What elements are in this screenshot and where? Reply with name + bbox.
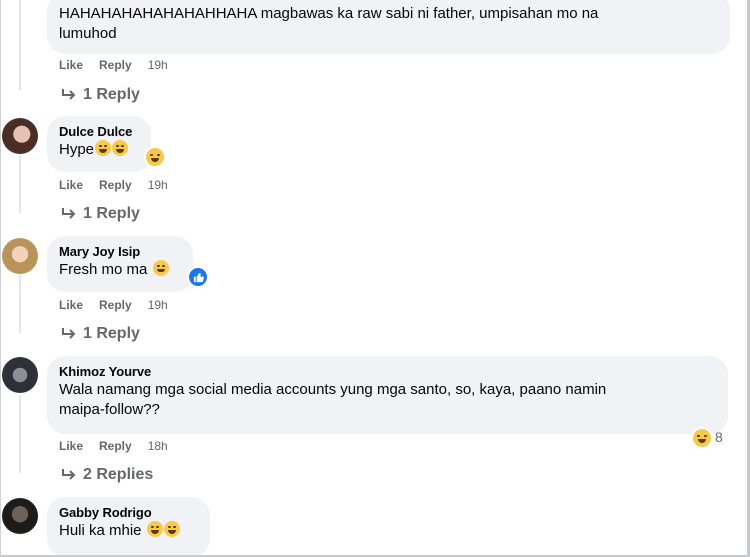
frame-border-left [0,0,1,557]
comment-author[interactable]: Dulce Dulce [59,124,139,140]
comment-text-content: Huli ka mhie [59,522,142,539]
replies-count: 1 Reply [83,325,140,342]
reply-arrow-icon [62,208,76,219]
reply-arrow-icon [62,469,76,480]
comment-actions: Like Reply 19h [59,177,168,193]
like-button[interactable]: Like [59,177,83,193]
comment-bubble: HAHAHAHAHAHAHAHHAHA magbawas ka raw sabi… [47,0,730,54]
reply-button[interactable]: Reply [99,297,132,313]
replies-count: 1 Reply [83,86,140,103]
view-replies-link[interactable]: 2 Replies [61,465,153,485]
comment-bubble: Dulce Dulce Hype [47,116,151,172]
replies-count: 1 Reply [83,205,140,222]
comment-text: Hype [59,140,139,160]
laughing-emoji-icon [95,140,112,156]
comment-author[interactable]: Khimoz Yourve [59,364,716,380]
avatar[interactable] [2,238,38,274]
avatar[interactable] [2,357,38,393]
like-button[interactable]: Like [59,297,83,313]
view-replies-link[interactable]: 1 Reply [61,324,140,344]
comment-actions: Like Reply 18h [59,438,168,454]
replies-count: 2 Replies [83,466,154,483]
comment-timestamp[interactable]: 19h [148,57,168,73]
comment-bubble: Khimoz Yourve Wala namang mga social med… [47,356,728,434]
view-replies-link[interactable]: 1 Reply [61,85,140,105]
like-reaction-icon[interactable] [187,266,209,288]
haha-reaction-icon[interactable] [144,146,166,168]
comment-author[interactable]: Mary Joy Isip [59,244,181,260]
thread-line [19,275,21,333]
rofl-emoji-icon [163,521,180,537]
rofl-emoji-icon [146,521,163,537]
avatar[interactable] [2,498,38,534]
reply-arrow-icon [62,89,76,100]
laughing-emoji-icon [112,140,129,156]
reaction-count[interactable]: 8 [715,429,723,445]
smiling-emoji-icon [152,260,169,276]
thread-line [19,155,21,213]
comment-text-line: Wala namang mga social media accounts yu… [59,381,607,398]
comment-author[interactable]: Gabby Rodrigo [59,505,198,521]
comment-text-line: maipa-follow?? [59,401,160,418]
reply-button[interactable]: Reply [99,438,132,454]
comment-text-content: Hype [59,141,95,158]
comment-timestamp[interactable]: 18h [148,438,168,454]
comment-actions: Like Reply 19h [59,297,168,313]
comment-timestamp[interactable]: 19h [148,297,168,313]
comment-timestamp[interactable]: 19h [148,177,168,193]
like-button[interactable]: Like [59,57,83,73]
view-replies-link[interactable]: 1 Reply [61,204,140,224]
reply-button[interactable]: Reply [99,57,132,73]
comment-text-line: HAHAHAHAHAHAHAHHAHA magbawas ka raw sabi… [59,5,599,22]
comment-text: Fresh mo ma [59,260,181,280]
comment-bubble: Mary Joy Isip Fresh mo ma [47,236,193,292]
haha-reaction-icon[interactable] [691,427,713,449]
avatar[interactable] [2,118,38,154]
comment-actions: Like Reply 19h [59,57,168,73]
comment-text-line: lumuhod [59,25,117,42]
reply-arrow-icon [62,328,76,339]
comment-bubble: Gabby Rodrigo Huli ka mhie [47,497,210,557]
thumbs-up-icon [193,272,204,282]
thread-line [19,0,21,90]
comment-text: Huli ka mhie [59,521,198,541]
thread-line [19,395,21,473]
reply-button[interactable]: Reply [99,177,132,193]
comment-text-content: Fresh mo ma [59,261,148,278]
like-button[interactable]: Like [59,438,83,454]
